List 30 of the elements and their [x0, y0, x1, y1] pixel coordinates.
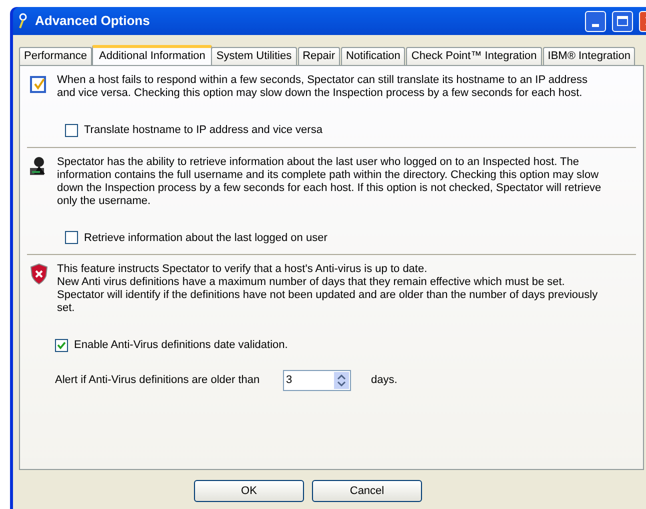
checkbox[interactable] [65, 124, 78, 137]
minimize-button[interactable] [585, 10, 606, 32]
tab[interactable]: Additional Information [92, 45, 212, 65]
checkbox[interactable] [55, 338, 68, 352]
description-text: Spectator has the ability to retrieve information about the last user who logged on to an Inspected host. The information contains the full username and its complete path within the directory. Checking this option may slow down the Inspection process by a few seconds for each host. If this option is not checked, Spectator will retrieve only the username. [57, 156, 602, 208]
alert-label: Alert if Anti-Virus definitions are older than [55, 372, 261, 388]
maximize-button[interactable] [612, 10, 633, 32]
description-text: This feature instructs Spectator to verify that a host's Anti-virus is up to date. New Anti virus definitions have a maximum number of days that they remain effective which must be set. Spectator will identify if the definitions have not been updated and are older than the number of days previously set. [57, 263, 599, 315]
description-text: When a host fails to respond within a few seconds, Spectator can still translate its hostname to an IP address and vice versa. Checking this option may slow down the Inspection process by a few seconds for each host. [57, 74, 589, 100]
unit-label: days. [371, 372, 398, 388]
dialog-button[interactable]: Cancel [312, 480, 422, 502]
app-icon [17, 13, 29, 29]
checkmark-icon [57, 340, 66, 350]
window-title: Advanced Options [35, 12, 150, 30]
shield-icon [29, 263, 49, 285]
checkbox-label: Enable Anti-Virus definitions date validation. [74, 338, 288, 353]
tab[interactable]: Repair [298, 47, 340, 65]
tab[interactable]: System Utilities [211, 47, 297, 65]
dialog-button[interactable]: OK [194, 480, 304, 502]
tab[interactable]: Notification [340, 47, 406, 65]
checklist-icon [29, 74, 49, 94]
tab[interactable]: Performance [19, 47, 92, 65]
days-spinner[interactable]: 3 [283, 370, 351, 390]
checkbox-label: Retrieve information about the last logged on user [84, 230, 328, 246]
spin-arrows-icon [337, 374, 346, 386]
days-value: 3 [285, 372, 294, 388]
tab[interactable]: IBM® Integration [542, 47, 636, 65]
checkbox-label: Translate hostname to IP address and vice versa [84, 123, 322, 138]
tab[interactable]: Check Point™ Integration [406, 47, 542, 65]
checkbox[interactable] [65, 231, 78, 244]
